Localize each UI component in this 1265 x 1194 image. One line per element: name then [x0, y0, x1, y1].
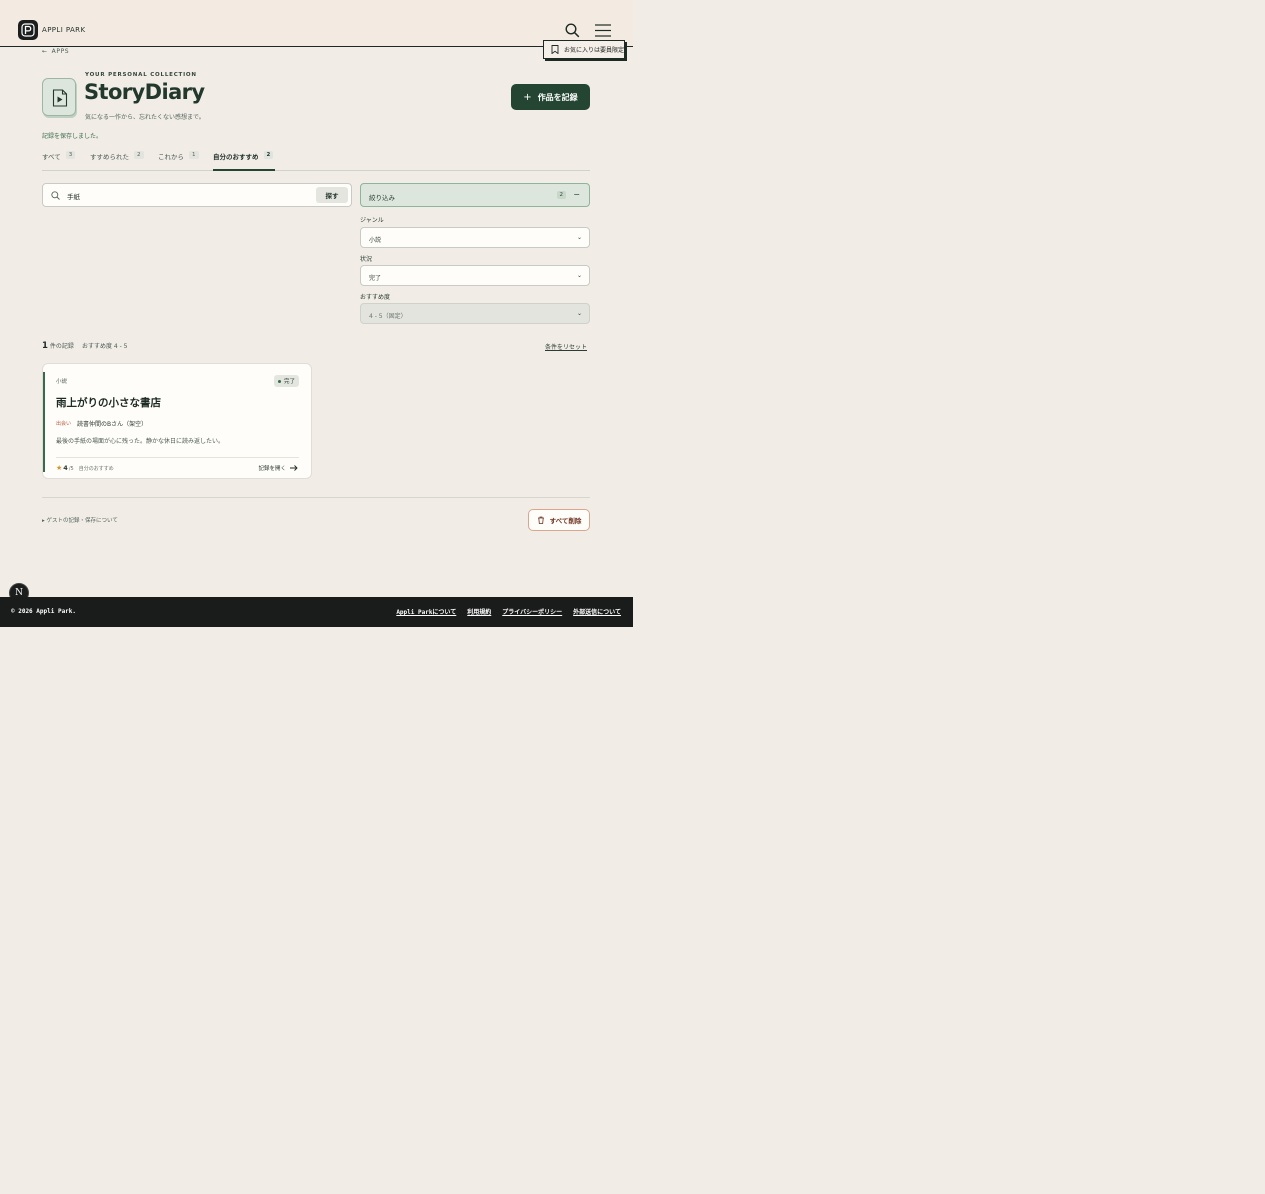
plus-icon: +: [523, 91, 532, 103]
app-tagline: 気になる一作から、忘れたくない感想まで。: [85, 114, 205, 121]
filter-count-badge: 2: [556, 191, 566, 199]
open-record-link[interactable]: 記録を開く: [258, 464, 298, 472]
status-badge: 完了: [273, 375, 299, 387]
tab-count: 3: [65, 151, 76, 159]
filter-label: 絞り込み: [369, 194, 395, 202]
status-value: 完了: [369, 275, 382, 282]
card-divider: [56, 457, 299, 458]
tab-my-recommendations[interactable]: 自分のおすすめ 2: [213, 150, 275, 171]
meta-value: 読書仲間のBさん（架空）: [77, 421, 148, 428]
video-file-icon: [52, 89, 68, 107]
tab-label: 自分のおすすめ: [213, 153, 259, 161]
genre-value: 小説: [369, 237, 382, 244]
open-record-label: 記録を開く: [258, 466, 286, 472]
filter-toggle[interactable]: 絞り込み 2 −: [360, 183, 590, 207]
copyright: © 2026 Appli Park.: [11, 608, 77, 615]
result-suffix: 件の記録: [49, 343, 74, 350]
guest-info-toggle[interactable]: ▸ ゲストの記録・保存について: [42, 516, 118, 524]
result-number: 1: [42, 341, 48, 351]
result-count: 1 件の記録 おすすめ度 4 - 5: [42, 341, 127, 351]
card-title: 雨上がりの小さな書店: [56, 397, 161, 409]
chevron-down-icon: ⌄: [576, 310, 582, 317]
genre-select[interactable]: 小説 ⌄: [360, 227, 590, 248]
rating-max: /5: [68, 466, 74, 472]
record-card[interactable]: 小説 完了 雨上がりの小さな書店 出会い 読書仲間のBさん（架空） 最後の手紙の…: [42, 363, 312, 479]
site-footer: © 2026 Appli Park. Appli Parkについて 利用規約 プ…: [0, 597, 633, 627]
arrow-left-icon: ←: [42, 48, 48, 55]
back-to-apps-link[interactable]: ← APPS: [42, 48, 69, 55]
chevron-down-icon: ⌄: [576, 272, 582, 279]
status-select[interactable]: 完了 ⌄: [360, 265, 590, 286]
card-rating: ★ 4 /5 自分のおすすめ: [56, 464, 114, 472]
footer-links: Appli Parkについて 利用規約 プライバシーポリシー 外部送信について: [396, 607, 621, 616]
recommendation-value: 4 - 5（固定）: [369, 313, 407, 320]
recommendation-label: おすすめ度: [360, 294, 391, 301]
tab-label: すべて: [42, 153, 61, 161]
chevron-down-icon: ⌄: [576, 234, 582, 241]
search-button[interactable]: 探す: [316, 187, 348, 203]
rating-value: 4: [63, 464, 68, 472]
site-header: APPLI PARK: [0, 0, 633, 47]
status-text: 完了: [283, 379, 295, 385]
hamburger-menu-icon[interactable]: [594, 23, 612, 38]
tab-all[interactable]: すべて 3: [42, 150, 76, 171]
page: APPLI PARK お気に入りは要員限定 ← APPS YOUR PERSON…: [0, 0, 633, 627]
trash-icon: [537, 516, 544, 524]
section-divider: [42, 497, 590, 498]
recommendation-select: 4 - 5（固定） ⌄: [360, 303, 590, 324]
card-meta: 出会い 読書仲間のBさん（架空）: [56, 419, 147, 428]
saved-message: 記録を保存しました。: [42, 133, 103, 140]
footer-link-external[interactable]: 外部送信について: [573, 607, 621, 616]
delete-all-button[interactable]: すべて削除: [528, 509, 590, 531]
tab-count: 2: [263, 151, 274, 159]
star-icon: ★: [56, 464, 63, 472]
appli-park-logo-icon[interactable]: [18, 20, 38, 40]
status-dot-icon: [277, 379, 281, 383]
meta-key: 出会い: [56, 421, 72, 427]
footer-link-privacy[interactable]: プライバシーポリシー: [502, 607, 562, 616]
tab-count: 1: [189, 151, 199, 159]
card-accent-bar: [43, 372, 45, 472]
search-input[interactable]: [67, 189, 307, 202]
rating-tag: 自分のおすすめ: [78, 466, 114, 472]
delete-all-label: すべて削除: [549, 517, 582, 525]
brand-name[interactable]: APPLI PARK: [42, 26, 85, 34]
result-condition: おすすめ度 4 - 5: [81, 343, 128, 350]
back-label: APPS: [51, 48, 70, 55]
favorite-button[interactable]: お気に入りは要員限定: [543, 40, 625, 59]
genre-label: ジャンル: [360, 217, 384, 224]
app-icon: [42, 78, 76, 116]
collapse-icon: −: [573, 190, 580, 199]
search-icon: [51, 191, 60, 200]
arrow-right-icon: [290, 465, 298, 471]
page-title: StoryDiary: [84, 80, 205, 104]
app-eyebrow: YOUR PERSONAL COLLECTION: [85, 72, 197, 78]
tab-label: すすめられた: [90, 153, 129, 161]
tab-upcoming[interactable]: これから 1: [158, 150, 199, 171]
tab-label: これから: [158, 153, 184, 161]
tab-bar: すべて 3 すすめられた 2 これから 1 自分のおすすめ 2: [42, 150, 590, 171]
favorite-label: お気に入りは要員限定: [564, 47, 625, 54]
add-record-button[interactable]: + 作品を記録: [511, 84, 590, 110]
status-label: 状況: [360, 256, 373, 263]
reset-filters-link[interactable]: 条件をリセット: [545, 342, 587, 351]
tab-count: 2: [134, 151, 144, 159]
add-record-label: 作品を記録: [537, 92, 578, 102]
bookmark-icon: [551, 45, 559, 54]
card-note: 最後の手紙の場面が心に残った。静かな休日に読み返したい。: [56, 438, 225, 445]
card-genre: 小説: [56, 379, 68, 385]
tab-recommended-to-me[interactable]: すすめられた 2: [90, 150, 144, 171]
footer-link-about[interactable]: Appli Parkについて: [396, 607, 456, 616]
footer-link-terms[interactable]: 利用規約: [467, 607, 491, 616]
search-box: 探す: [42, 183, 352, 207]
search-icon[interactable]: [565, 23, 580, 38]
